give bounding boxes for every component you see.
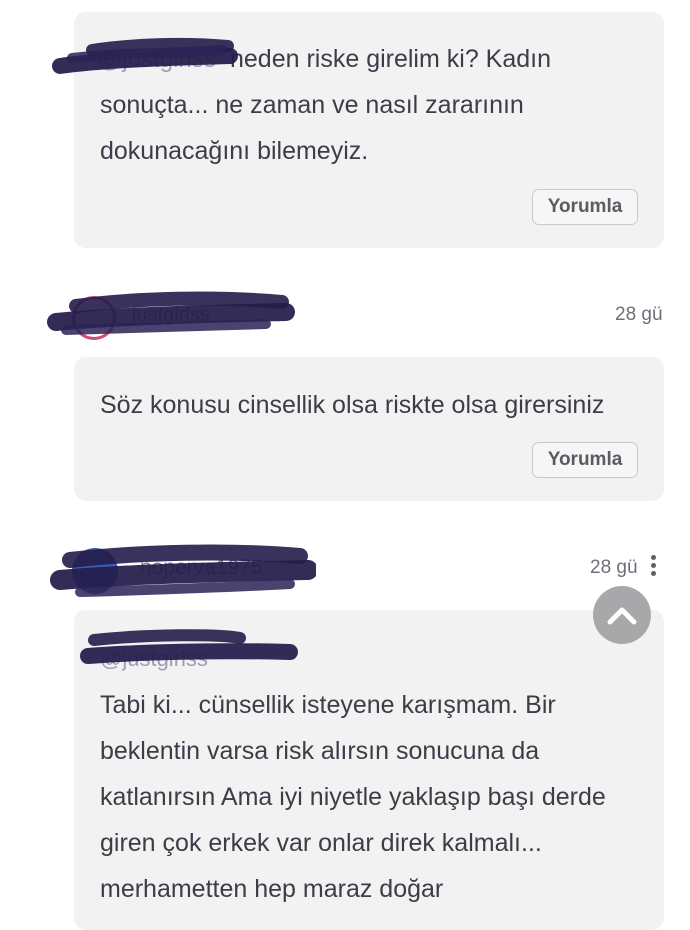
redaction-scribble <box>50 544 316 597</box>
redaction-scribble <box>52 37 238 74</box>
timestamp: 28 gü <box>615 304 663 325</box>
scroll-to-top-button[interactable] <box>593 586 651 644</box>
comment-line: katlanırsın Ama iyi niyetle yaklaşıp baş… <box>100 783 606 811</box>
comment-text: Tabi ki... cünsellik isteyene karışmam. … <box>100 682 638 912</box>
comment-line: beklentin varsa risk alırsın sonucuna da <box>100 737 540 765</box>
comment-line: sonuçta... ne zaman ve nasıl zararının <box>100 91 524 119</box>
comment-text: Söz konusu cinsellik olsa riskte olsa gi… <box>100 391 605 419</box>
reply-button[interactable]: Yorumla <box>532 442 638 478</box>
timestamp: 28 gü <box>590 557 638 578</box>
comment-line: merhametten hep maraz doğar <box>100 875 444 903</box>
reply-button[interactable]: Yorumla <box>532 189 638 225</box>
kebab-menu-icon[interactable] <box>649 555 657 581</box>
comment-line: dokunacağını bilemeyiz. <box>100 137 369 165</box>
comment-line: Tabi ki... cünsellik isteyene karışmam. … <box>100 691 556 719</box>
redaction-scribble <box>47 291 295 335</box>
comment-card-2: Söz konusu cinsellik olsa riskte olsa gi… <box>74 357 664 501</box>
comment-line: giren çok erkek var onlar direk kalmalı.… <box>100 829 542 857</box>
redaction-scribble <box>80 629 298 664</box>
chevron-up-icon <box>607 607 637 625</box>
